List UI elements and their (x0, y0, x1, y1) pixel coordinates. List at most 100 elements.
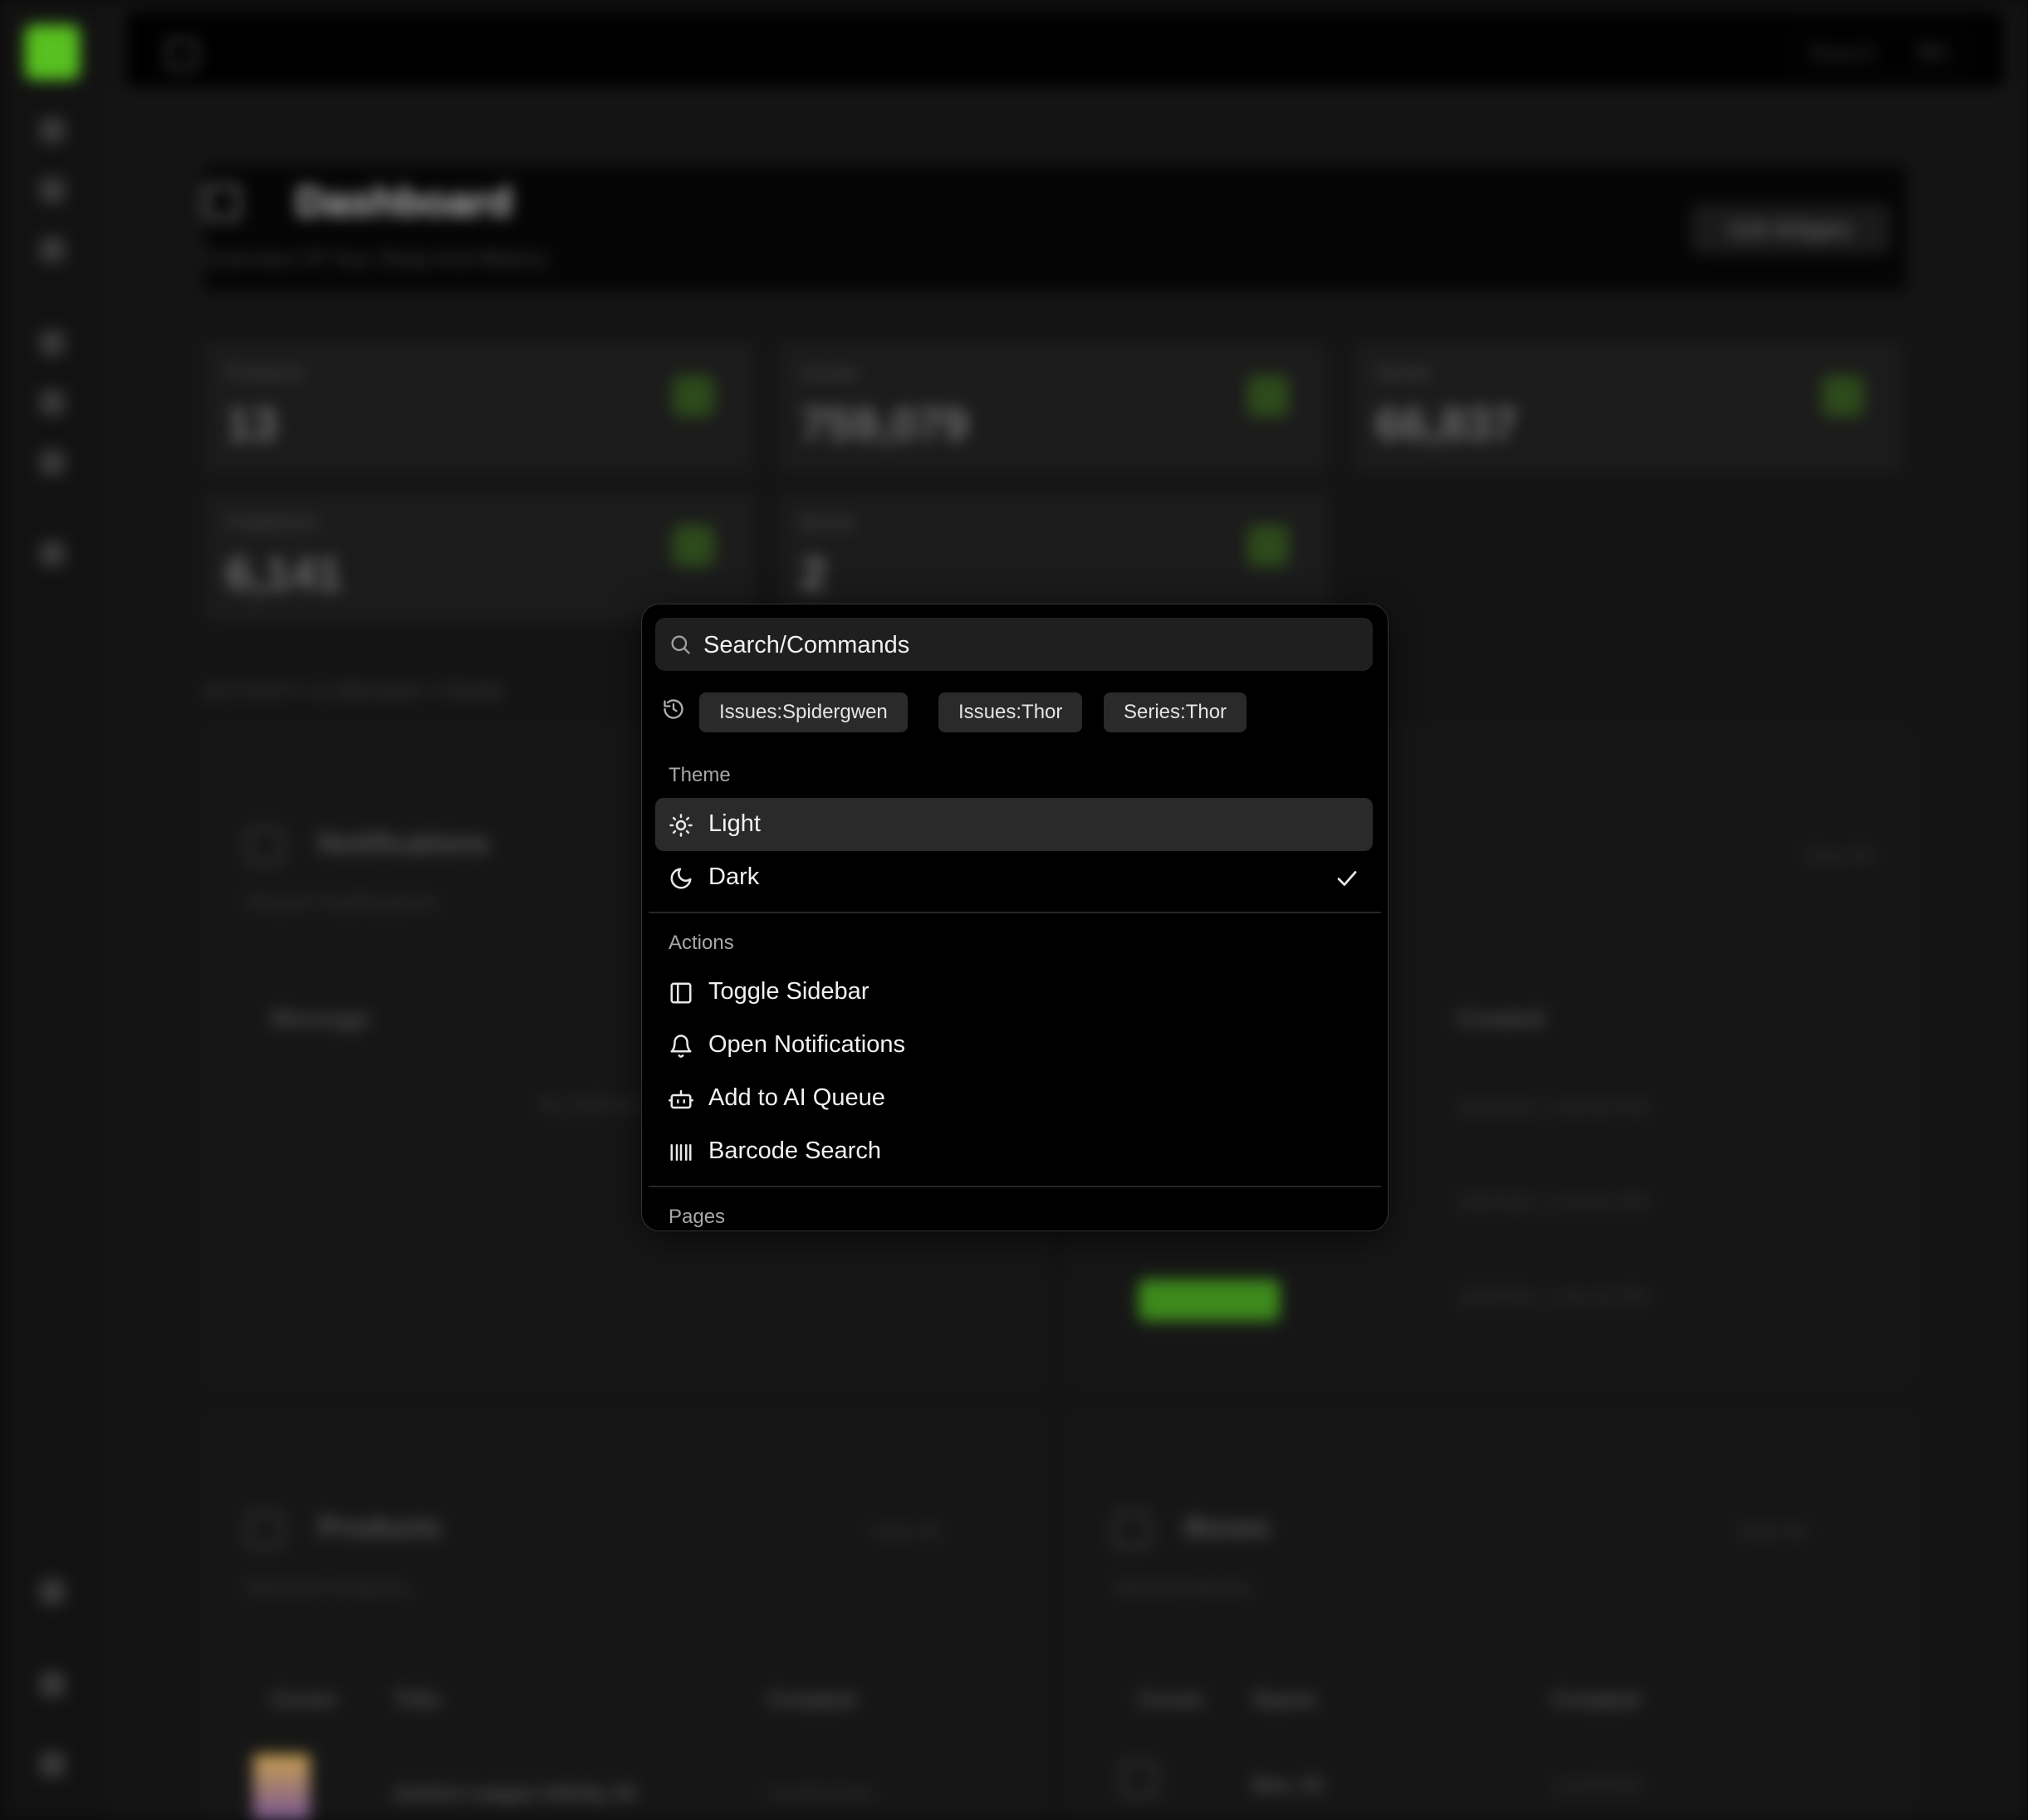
stat-card-products[interactable]: Products 13 (204, 342, 754, 473)
products-panel-icon (247, 1512, 283, 1548)
stat-value: 66,837 (1375, 398, 1518, 450)
toggle-sidebar-item[interactable]: Toggle Sidebar (655, 966, 1373, 1019)
group-divider (649, 1186, 1381, 1187)
column-header-title[interactable]: Title (393, 1686, 440, 1713)
stat-icon (673, 525, 714, 566)
command-search-input[interactable] (702, 618, 1353, 673)
series-icon[interactable] (40, 330, 65, 355)
stat-card-issues[interactable]: Issues 759,079 (779, 342, 1329, 473)
stat-icon (1822, 375, 1864, 417)
barcode-search-item[interactable]: Barcode Search (655, 1125, 1373, 1178)
issues-icon[interactable] (40, 237, 65, 262)
stat-icon (1247, 375, 1289, 417)
stat-card-series[interactable]: Series 66,837 (1354, 342, 1903, 473)
robot-icon (669, 1087, 693, 1112)
queue-icon[interactable] (40, 541, 65, 566)
recent-search-chip[interactable]: Issues:Spidergwen (699, 692, 908, 732)
product-created: Invalid Date (768, 1783, 874, 1805)
column-header-created[interactable]: Created (1552, 1686, 1639, 1713)
stat-value: 759,079 (801, 398, 969, 450)
search-icon (669, 633, 692, 656)
panel-subtitle: Newest Boxes (1114, 1575, 1252, 1600)
column-header-created[interactable]: Created (768, 1686, 855, 1713)
stat-label: Boxes (801, 511, 856, 534)
dashboard-icon[interactable] (40, 118, 65, 143)
recent-search-chip[interactable]: Series:Thor (1104, 692, 1247, 732)
help-icon[interactable] (40, 1579, 65, 1604)
stat-icon (1247, 525, 1289, 566)
item-label: Light (708, 810, 761, 837)
top-bar: Search ⌘K (126, 12, 2003, 86)
settings-icon[interactable] (40, 1672, 65, 1697)
group-divider (649, 912, 1381, 913)
box-created: 1/24/2026 (1552, 1774, 1641, 1797)
status-badge (1139, 1279, 1280, 1321)
column-header-message[interactable]: Message (272, 1005, 370, 1032)
stat-value: 6,141 (226, 547, 343, 599)
panel-subtitle: Newest Products (247, 1575, 410, 1600)
view-all-link[interactable]: View All (869, 1520, 939, 1544)
section-label: ACTIVITY & RECENT ITEMS (204, 681, 505, 703)
top-search-label: Search (1808, 40, 1877, 65)
sidebar-icon (669, 981, 693, 1005)
item-label: Add to AI Queue (708, 1084, 885, 1111)
app-logo[interactable] (25, 25, 80, 80)
products-icon[interactable] (40, 178, 65, 203)
dashboard-title-icon (204, 184, 241, 221)
theme-group-heading: Theme (669, 764, 731, 786)
user-avatar[interactable] (40, 1752, 65, 1777)
column-header-name[interactable]: Name (1253, 1686, 1316, 1713)
sidebar-toggle-icon[interactable] (166, 38, 198, 70)
theme-dark-item[interactable]: Dark (655, 851, 1373, 904)
command-palette: Issues:Spidergwen Issues:Thor Series:Tho… (641, 604, 1389, 1231)
boxes-panel-icon (1114, 1512, 1150, 1548)
products-panel: Products View All Newest Products Cover … (204, 1411, 1045, 1820)
open-notifications-item[interactable]: Open Notifications (655, 1019, 1373, 1072)
job-created: 2/8/2026, 2:40:43 PM (1457, 1286, 1648, 1309)
stat-label: Products (226, 362, 305, 384)
view-all-link[interactable]: View All (1803, 844, 1873, 868)
page-header: Dashboard Overview Of Your Shop And Metr… (204, 166, 1907, 291)
item-label: Dark (708, 864, 760, 890)
command-search-box[interactable] (655, 618, 1373, 673)
boxes-icon[interactable] (40, 450, 65, 475)
box-icon (1120, 1761, 1157, 1798)
recent-search-chip[interactable]: Issues:Thor (938, 692, 1083, 732)
page-subtitle: Overview Of Your Shop And Metrics (204, 246, 548, 271)
column-header-created[interactable]: Created (1457, 1005, 1544, 1032)
panel-title: Products (318, 1512, 441, 1544)
item-label: Toggle Sidebar (708, 978, 869, 1005)
top-search-kbd: ⌘K (1915, 40, 1952, 65)
stat-icon (673, 375, 714, 417)
job-created: 2/8/2026, 2:40:43 PM (1457, 1191, 1648, 1214)
stat-value: 13 (226, 398, 278, 450)
job-created: 2/8/2026, 2:40:43 PM (1457, 1097, 1648, 1119)
column-header-cover[interactable]: Cover (272, 1686, 337, 1713)
item-label: Barcode Search (708, 1138, 881, 1164)
panel-subtitle: Recent Notifications (247, 889, 439, 914)
product-title[interactable]: Justice League Infinity #6 (393, 1783, 635, 1806)
sidebar-rail (0, 0, 105, 1820)
moon-icon (669, 866, 693, 891)
publishers-icon[interactable] (40, 390, 65, 415)
panel-title: Notifications (318, 828, 489, 859)
box-name[interactable]: Box_01 (1253, 1774, 1324, 1798)
add-to-ai-queue-item[interactable]: Add to AI Queue (655, 1072, 1373, 1125)
top-search-button[interactable]: Search ⌘K (1787, 32, 1970, 71)
sun-icon (669, 813, 693, 838)
stat-label: Issues (801, 362, 859, 384)
column-header-cover[interactable]: Cover (1139, 1686, 1204, 1713)
stat-label: Series (1375, 362, 1433, 384)
pages-group-heading: Pages (669, 1206, 726, 1228)
stat-value: 2 (801, 547, 827, 599)
bell-icon (669, 1034, 693, 1059)
actions-group-heading: Actions (669, 932, 734, 954)
edit-widgets-button[interactable]: Edit Widgets (1691, 204, 1890, 254)
history-icon (662, 697, 685, 721)
view-all-link[interactable]: View All (1737, 1520, 1806, 1544)
theme-light-item[interactable]: Light (655, 798, 1373, 851)
stat-label: Publishers (226, 511, 320, 534)
notifications-panel-icon (247, 828, 283, 864)
product-cover-image[interactable] (253, 1754, 310, 1820)
page-title: Dashboard (296, 179, 513, 225)
